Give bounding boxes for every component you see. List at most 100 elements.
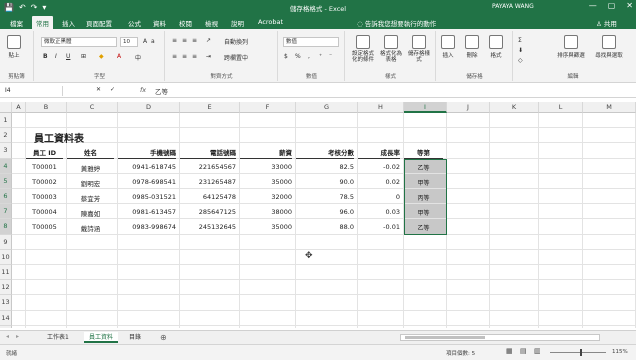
tab-insert[interactable]: 插入: [62, 18, 75, 28]
insert-function-icon[interactable]: fx: [140, 86, 146, 94]
add-sheet-button[interactable]: ⊕: [160, 333, 167, 342]
decimal-decrease-icon[interactable]: ⁻: [329, 53, 332, 60]
align-center-icon[interactable]: ≡: [182, 53, 187, 60]
column-header-d[interactable]: D: [118, 102, 180, 113]
row-header-8[interactable]: 8: [0, 219, 12, 235]
cell-salary[interactable]: 35000: [240, 223, 292, 231]
fill-color-icon[interactable]: ◆: [99, 53, 104, 60]
shrink-font-icon[interactable]: a: [151, 38, 155, 45]
autosum-icon[interactable]: Σ: [518, 37, 522, 44]
tab-view[interactable]: 檢視: [205, 18, 218, 28]
tab-formulas[interactable]: 公式: [128, 18, 141, 28]
tab-page-layout[interactable]: 頁面配置: [86, 18, 112, 28]
cell-growth[interactable]: -0.01: [358, 223, 400, 231]
grow-font-icon[interactable]: A: [143, 38, 147, 45]
cell-grade[interactable]: 甲等: [404, 178, 443, 187]
minimize-button[interactable]: —: [589, 1, 597, 10]
row-header-6[interactable]: 6: [0, 189, 12, 205]
cell-score[interactable]: 78.5: [296, 193, 354, 201]
zoom-level[interactable]: 115%: [612, 349, 628, 355]
formula-input[interactable]: 乙等: [155, 86, 168, 96]
cell-score[interactable]: 96.0: [296, 208, 354, 216]
align-bottom-icon[interactable]: ≡: [192, 37, 197, 44]
align-left-icon[interactable]: ≡: [172, 53, 177, 60]
cell-mobile[interactable]: 0978-698541: [118, 178, 176, 186]
cell-id[interactable]: T00003: [26, 193, 63, 201]
number-format-select[interactable]: 數值: [283, 37, 339, 47]
column-header-j[interactable]: J: [447, 102, 490, 113]
worksheet-grid[interactable]: ABCDEFGHIJKLM12345678910111213141516員工資料…: [0, 102, 636, 328]
delete-cells-button[interactable]: 刪除: [465, 35, 479, 59]
column-header-c[interactable]: C: [67, 102, 118, 113]
indent-icon[interactable]: ⇥: [206, 53, 211, 60]
tell-me-search[interactable]: ◌ 告訴我您想要執行的動作: [357, 18, 436, 28]
row-header-4[interactable]: 4: [0, 158, 12, 174]
header-cell[interactable]: 薪資: [240, 147, 292, 160]
cell-id[interactable]: T00005: [26, 223, 63, 231]
column-header-f[interactable]: F: [240, 102, 296, 113]
cell-growth[interactable]: 0.02: [358, 178, 400, 186]
underline-button[interactable]: U: [66, 53, 70, 60]
bold-button[interactable]: B: [43, 53, 48, 60]
cell-salary[interactable]: 38000: [240, 208, 292, 216]
column-header-m[interactable]: M: [583, 102, 636, 113]
cell-phone[interactable]: 221654567: [180, 163, 236, 171]
row-header-1[interactable]: 1: [0, 113, 12, 129]
select-all-corner[interactable]: [0, 102, 12, 113]
comma-icon[interactable]: ,: [308, 53, 310, 60]
format-as-table-button[interactable]: 格式化為表格: [378, 35, 404, 63]
tab-acrobat[interactable]: Acrobat: [258, 18, 283, 26]
cell-styles-button[interactable]: 儲存格樣式: [406, 35, 432, 63]
cell-growth[interactable]: 0: [358, 193, 400, 201]
align-top-icon[interactable]: ≡: [172, 37, 177, 44]
user-name[interactable]: PAYAYA WANG: [492, 3, 534, 10]
cell-id[interactable]: T00001: [26, 163, 63, 171]
cell-mobile[interactable]: 0985-031521: [118, 193, 176, 201]
zoom-slider-thumb[interactable]: [580, 349, 582, 356]
column-header-g[interactable]: G: [296, 102, 358, 113]
cell-name[interactable]: 劉明宏: [67, 178, 114, 188]
italic-button[interactable]: I: [55, 53, 57, 60]
percent-icon[interactable]: %: [295, 53, 301, 60]
maximize-button[interactable]: ▢: [608, 1, 616, 10]
normal-view-icon[interactable]: ▦: [506, 347, 513, 355]
row-header-7[interactable]: 7: [0, 204, 12, 220]
clear-icon[interactable]: ◇: [518, 57, 523, 64]
sheet-tab-index[interactable]: 目錄: [124, 332, 146, 343]
header-cell[interactable]: 電話號碼: [180, 147, 236, 160]
decimal-increase-icon[interactable]: ⁺: [319, 53, 322, 60]
merge-center-button[interactable]: 跨欄置中: [224, 53, 248, 62]
scroll-left-icon[interactable]: ◂: [6, 333, 9, 340]
page-layout-icon[interactable]: ▤: [520, 347, 527, 355]
table-title[interactable]: 員工資料表: [34, 130, 84, 145]
row-header-10[interactable]: 10: [0, 249, 12, 265]
cell-score[interactable]: 90.0: [296, 178, 354, 186]
cell-grade[interactable]: 乙等: [404, 163, 443, 172]
align-middle-icon[interactable]: ≡: [182, 37, 187, 44]
find-select-button[interactable]: 尋找與選取: [592, 35, 626, 59]
cell-salary[interactable]: 35000: [240, 178, 292, 186]
cell-name[interactable]: 陳嘉如: [67, 208, 114, 218]
cell-salary[interactable]: 33000: [240, 163, 292, 171]
row-header-9[interactable]: 9: [0, 234, 12, 250]
column-header-h[interactable]: H: [358, 102, 404, 113]
cell-name[interactable]: 蔡宜芳: [67, 193, 114, 203]
row-header-14[interactable]: 14: [0, 310, 12, 326]
align-right-icon[interactable]: ≡: [192, 53, 197, 60]
row-header-11[interactable]: 11: [0, 265, 12, 281]
cell-grade[interactable]: 丙等: [404, 193, 443, 202]
sheet-tab-1[interactable]: 工作表1: [42, 332, 74, 343]
cell-score[interactable]: 88.0: [296, 223, 354, 231]
row-header-3[interactable]: 3: [0, 143, 12, 159]
cell-name[interactable]: 黃雅婷: [67, 163, 114, 173]
column-header-l[interactable]: L: [539, 102, 583, 113]
header-cell[interactable]: 考核分數: [296, 147, 354, 160]
tab-home[interactable]: 常用: [32, 16, 53, 29]
row-header-13[interactable]: 13: [0, 295, 12, 311]
orientation-icon[interactable]: ↗: [206, 37, 211, 44]
conditional-formatting-button[interactable]: 設定格式化的條件: [350, 35, 376, 63]
tab-data[interactable]: 資料: [153, 18, 166, 28]
font-size-select[interactable]: 10: [120, 37, 138, 47]
cell-mobile[interactable]: 0981-613457: [118, 208, 176, 216]
cell-id[interactable]: T00004: [26, 208, 63, 216]
